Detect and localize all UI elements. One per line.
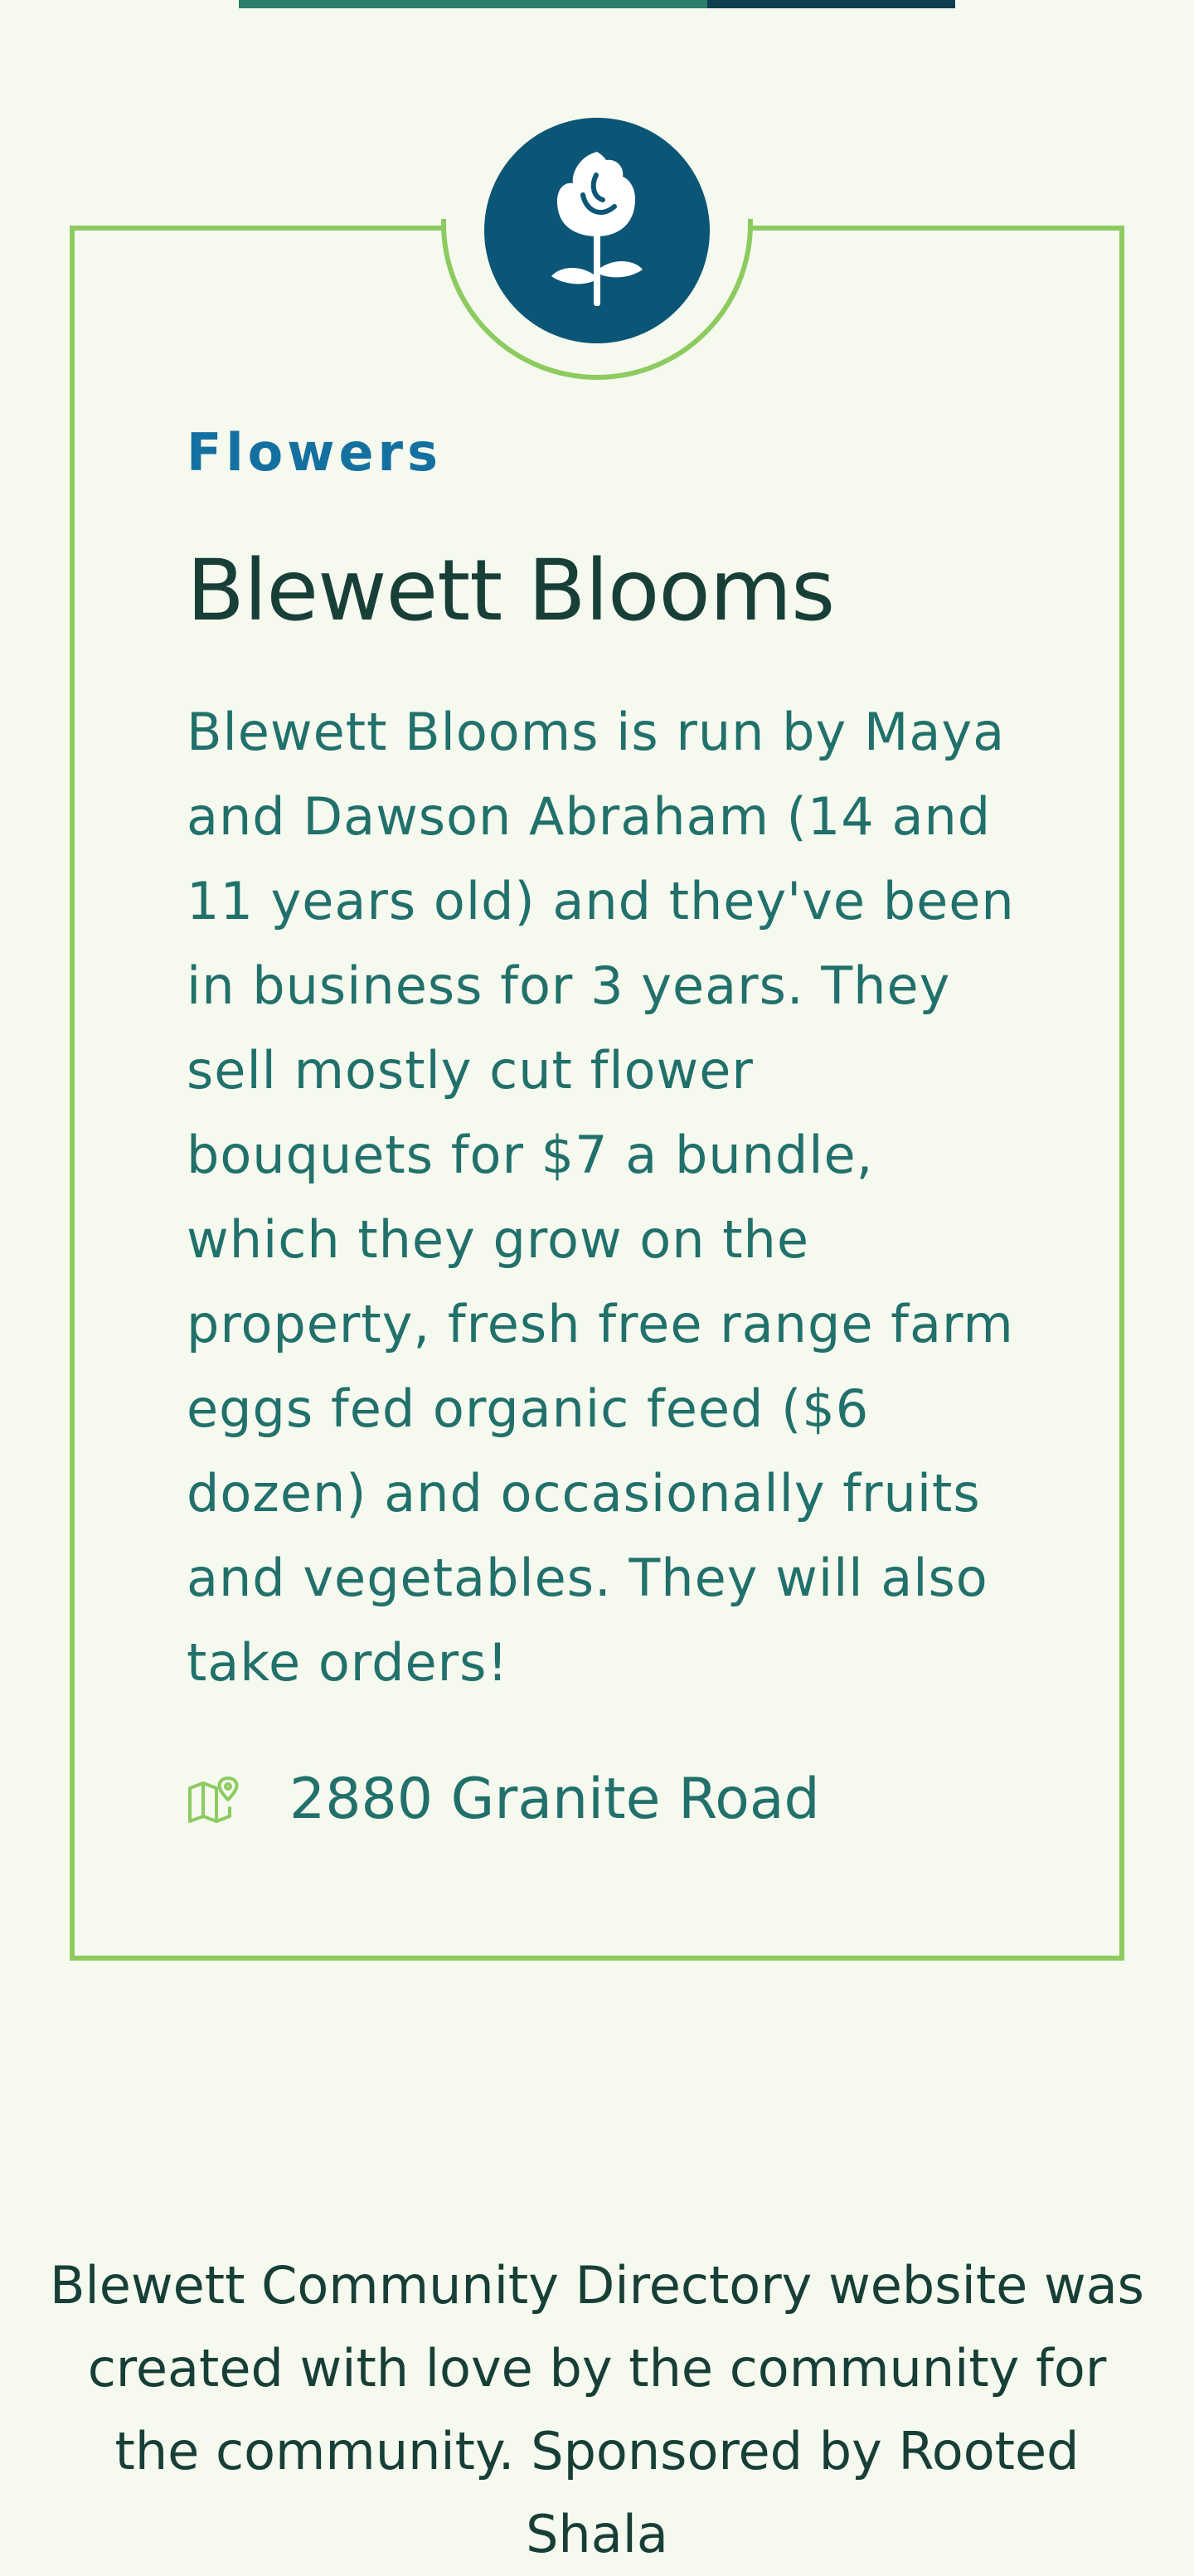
address-link[interactable]: 2880 Granite Road (289, 1763, 820, 1836)
top-bar-green-segment (239, 0, 707, 8)
business-title: Blewett Blooms (187, 542, 835, 640)
top-progress-bar (239, 0, 955, 8)
footer-text: Blewett Community Directory website was … (50, 2255, 1144, 2564)
rose-icon (551, 152, 643, 306)
address-row[interactable]: 2880 Granite Road (187, 1763, 820, 1836)
business-description: Blewett Blooms is run by Maya and Dawson… (187, 702, 1015, 1693)
top-bar-dark-segment (707, 0, 955, 8)
category-label: Flowers (187, 422, 443, 483)
map-pin-icon (188, 1776, 239, 1823)
category-icon-circle (484, 118, 710, 343)
